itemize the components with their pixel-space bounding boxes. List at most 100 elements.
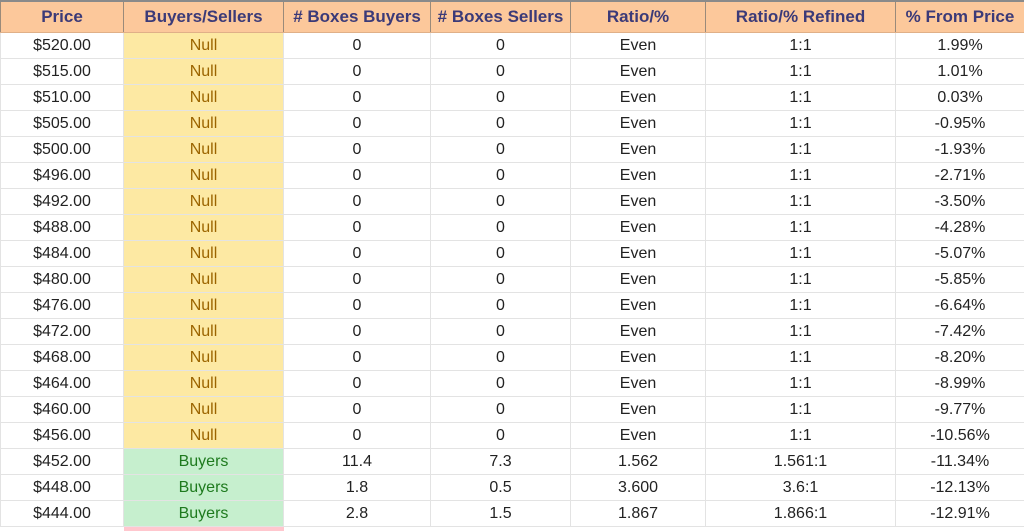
cell-buyers-sellers: Buyers <box>124 475 284 501</box>
cell-buyers-sellers: Null <box>124 189 284 215</box>
cell-pct-from-price: -8.99% <box>896 371 1024 397</box>
cell-buyers-sellers: Null <box>124 345 284 371</box>
cell-ratio-refined: 1:1 <box>706 33 896 59</box>
cell-boxes-buyers: 0 <box>284 345 431 371</box>
cell-price: $500.00 <box>1 137 124 163</box>
cell-ratio-refined: 1:1 <box>706 319 896 345</box>
cell-boxes-buyers: 0 <box>284 163 431 189</box>
header-ratio-refined: Ratio/% Refined <box>706 1 896 33</box>
cell-price: $448.00 <box>1 475 124 501</box>
table-row-partial <box>1 527 1024 531</box>
cell-price: $484.00 <box>1 241 124 267</box>
cell-ratio: Even <box>571 189 706 215</box>
cell-boxes-sellers: 0 <box>431 267 571 293</box>
table-body: $520.00Null00Even1:11.99%$515.00Null00Ev… <box>1 33 1024 531</box>
cell-price: $480.00 <box>1 267 124 293</box>
cell-price: $510.00 <box>1 85 124 111</box>
table-row: $505.00Null00Even1:1-0.95% <box>1 111 1024 137</box>
cell-ratio-refined: 1:1 <box>706 345 896 371</box>
cell-boxes-buyers: 0 <box>284 267 431 293</box>
cell-pct-from-price: -12.91% <box>896 501 1024 527</box>
cell-partial <box>571 527 706 531</box>
cell-pct-from-price: 1.99% <box>896 33 1024 59</box>
cell-price: $468.00 <box>1 345 124 371</box>
header-ratio: Ratio/% <box>571 1 706 33</box>
cell-buyers-sellers: Buyers <box>124 501 284 527</box>
cell-boxes-buyers: 0 <box>284 137 431 163</box>
cell-boxes-buyers: 0 <box>284 371 431 397</box>
cell-boxes-sellers: 0 <box>431 293 571 319</box>
cell-boxes-buyers: 1.8 <box>284 475 431 501</box>
cell-boxes-sellers: 0.5 <box>431 475 571 501</box>
cell-boxes-buyers: 0 <box>284 319 431 345</box>
table-row: $480.00Null00Even1:1-5.85% <box>1 267 1024 293</box>
cell-ratio-refined: 1.866:1 <box>706 501 896 527</box>
cell-ratio-refined: 1:1 <box>706 111 896 137</box>
cell-boxes-sellers: 0 <box>431 137 571 163</box>
table-row: $460.00Null00Even1:1-9.77% <box>1 397 1024 423</box>
cell-boxes-sellers: 0 <box>431 397 571 423</box>
cell-price: $476.00 <box>1 293 124 319</box>
cell-pct-from-price: -10.56% <box>896 423 1024 449</box>
cell-ratio: Even <box>571 85 706 111</box>
cell-ratio-refined: 1:1 <box>706 267 896 293</box>
cell-partial <box>284 527 431 531</box>
cell-buyers-sellers: Buyers <box>124 449 284 475</box>
header-row: Price Buyers/Sellers # Boxes Buyers # Bo… <box>1 1 1024 33</box>
cell-boxes-sellers: 0 <box>431 371 571 397</box>
cell-partial <box>896 527 1024 531</box>
cell-price: $464.00 <box>1 371 124 397</box>
cell-buyers-sellers: Null <box>124 163 284 189</box>
table-row: $456.00Null00Even1:1-10.56% <box>1 423 1024 449</box>
cell-boxes-buyers: 0 <box>284 189 431 215</box>
cell-ratio-refined: 3.6:1 <box>706 475 896 501</box>
table-row: $472.00Null00Even1:1-7.42% <box>1 319 1024 345</box>
cell-boxes-buyers: 2.8 <box>284 501 431 527</box>
cell-ratio-refined: 1:1 <box>706 189 896 215</box>
table-row: $464.00Null00Even1:1-8.99% <box>1 371 1024 397</box>
cell-pct-from-price: -5.85% <box>896 267 1024 293</box>
cell-price: $444.00 <box>1 501 124 527</box>
header-boxes-buyers: # Boxes Buyers <box>284 1 431 33</box>
header-price: Price <box>1 1 124 33</box>
cell-buyers-sellers: Null <box>124 423 284 449</box>
cell-price: $492.00 <box>1 189 124 215</box>
cell-pct-from-price: -2.71% <box>896 163 1024 189</box>
cell-ratio-refined: 1:1 <box>706 137 896 163</box>
cell-buyers-sellers: Null <box>124 397 284 423</box>
cell-ratio-refined: 1:1 <box>706 241 896 267</box>
cell-boxes-sellers: 0 <box>431 215 571 241</box>
table-row: $484.00Null00Even1:1-5.07% <box>1 241 1024 267</box>
cell-boxes-buyers: 0 <box>284 33 431 59</box>
cell-boxes-buyers: 0 <box>284 241 431 267</box>
cell-pct-from-price: -9.77% <box>896 397 1024 423</box>
cell-ratio: Even <box>571 59 706 85</box>
cell-ratio: Even <box>571 397 706 423</box>
cell-ratio-refined: 1:1 <box>706 293 896 319</box>
cell-price: $515.00 <box>1 59 124 85</box>
cell-boxes-sellers: 0 <box>431 59 571 85</box>
cell-boxes-sellers: 0 <box>431 345 571 371</box>
cell-ratio: Even <box>571 423 706 449</box>
cell-ratio: 1.562 <box>571 449 706 475</box>
header-buyers-sellers: Buyers/Sellers <box>124 1 284 33</box>
cell-partial <box>124 527 284 531</box>
cell-pct-from-price: -7.42% <box>896 319 1024 345</box>
cell-price: $452.00 <box>1 449 124 475</box>
cell-boxes-buyers: 0 <box>284 293 431 319</box>
cell-boxes-buyers: 0 <box>284 423 431 449</box>
cell-partial <box>706 527 896 531</box>
cell-ratio: Even <box>571 111 706 137</box>
cell-ratio: Even <box>571 137 706 163</box>
cell-ratio-refined: 1:1 <box>706 215 896 241</box>
cell-ratio: Even <box>571 293 706 319</box>
cell-ratio: Even <box>571 241 706 267</box>
cell-buyers-sellers: Null <box>124 293 284 319</box>
table-row: $452.00Buyers11.47.31.5621.561:1-11.34% <box>1 449 1024 475</box>
cell-boxes-sellers: 0 <box>431 33 571 59</box>
cell-pct-from-price: -1.93% <box>896 137 1024 163</box>
cell-boxes-buyers: 0 <box>284 85 431 111</box>
header-pct-from-price: % From Price <box>896 1 1024 33</box>
cell-ratio: 3.600 <box>571 475 706 501</box>
table-row: $444.00Buyers2.81.51.8671.866:1-12.91% <box>1 501 1024 527</box>
